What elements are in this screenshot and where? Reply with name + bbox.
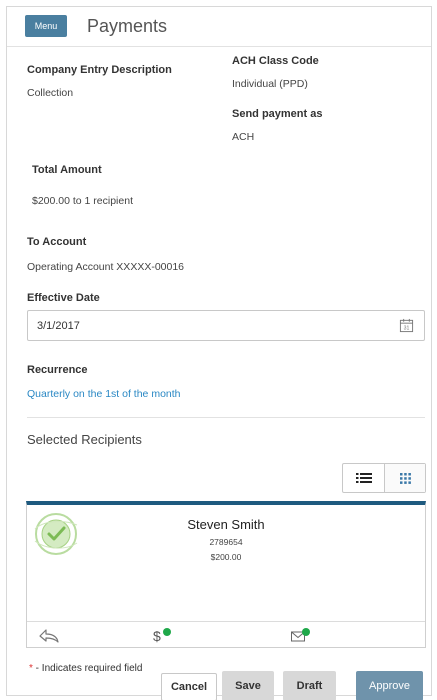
ach-class-code-value: Individual (PPD): [232, 78, 308, 90]
required-field-note: * - Indicates required field: [29, 663, 142, 674]
approve-button[interactable]: Approve: [356, 671, 423, 700]
total-amount-label: Total Amount: [32, 164, 102, 176]
cancel-button[interactable]: Cancel: [161, 673, 217, 700]
page-title: Payments: [87, 16, 168, 36]
required-field-text: - Indicates required field: [32, 663, 143, 674]
save-button[interactable]: Save: [222, 671, 274, 700]
svg-text:$: $: [153, 628, 161, 643]
calendar-icon-day: 31: [404, 326, 410, 332]
recipient-name: Steven Smith: [187, 517, 265, 532]
menu-button[interactable]: Menu: [25, 15, 67, 37]
send-payment-as-value: ACH: [232, 131, 255, 143]
company-entry-description-label: Company Entry Description: [27, 64, 172, 76]
selected-recipients-title: Selected Recipients: [27, 432, 142, 447]
total-amount-value: $200.00 to 1 recipient: [32, 195, 133, 207]
company-entry-description-value: Collection: [27, 87, 74, 99]
ach-class-code-label: ACH Class Code: [232, 55, 319, 67]
send-payment-as-label: Send payment as: [232, 108, 323, 120]
effective-date-value: 3/1/2017: [37, 320, 80, 332]
section-divider: [27, 417, 425, 418]
recipient-card[interactable]: Steven Smith 2789654 $200.00 $: [26, 501, 426, 648]
effective-date-label: Effective Date: [27, 292, 100, 304]
recurrence-link[interactable]: Quarterly on the 1st of the month: [27, 388, 181, 400]
draft-button[interactable]: Draft: [283, 671, 336, 700]
recipient-amount: $200.00: [210, 552, 242, 562]
list-icon: [355, 473, 372, 483]
to-account-label: To Account: [27, 236, 87, 248]
effective-date-field[interactable]: 3/1/2017 31: [27, 310, 425, 341]
payment-status-icon[interactable]: $: [152, 627, 174, 643]
email-status-icon[interactable]: [290, 627, 312, 643]
header-bar: Menu Payments: [7, 7, 431, 47]
grid-view-button[interactable]: [384, 464, 425, 492]
list-view-button[interactable]: [343, 464, 384, 492]
calendar-icon[interactable]: 31: [399, 318, 414, 333]
payments-screen: Menu Payments Company Entry Description …: [6, 6, 432, 700]
recipient-card-actions: $: [27, 621, 425, 647]
grid-icon: [399, 472, 411, 484]
to-account-value: Operating Account XXXXX-00016: [27, 261, 185, 273]
reply-icon[interactable]: [38, 627, 60, 643]
view-toggle: [342, 463, 426, 493]
recurrence-label: Recurrence: [27, 364, 88, 376]
recipient-id: 2789654: [209, 537, 243, 547]
